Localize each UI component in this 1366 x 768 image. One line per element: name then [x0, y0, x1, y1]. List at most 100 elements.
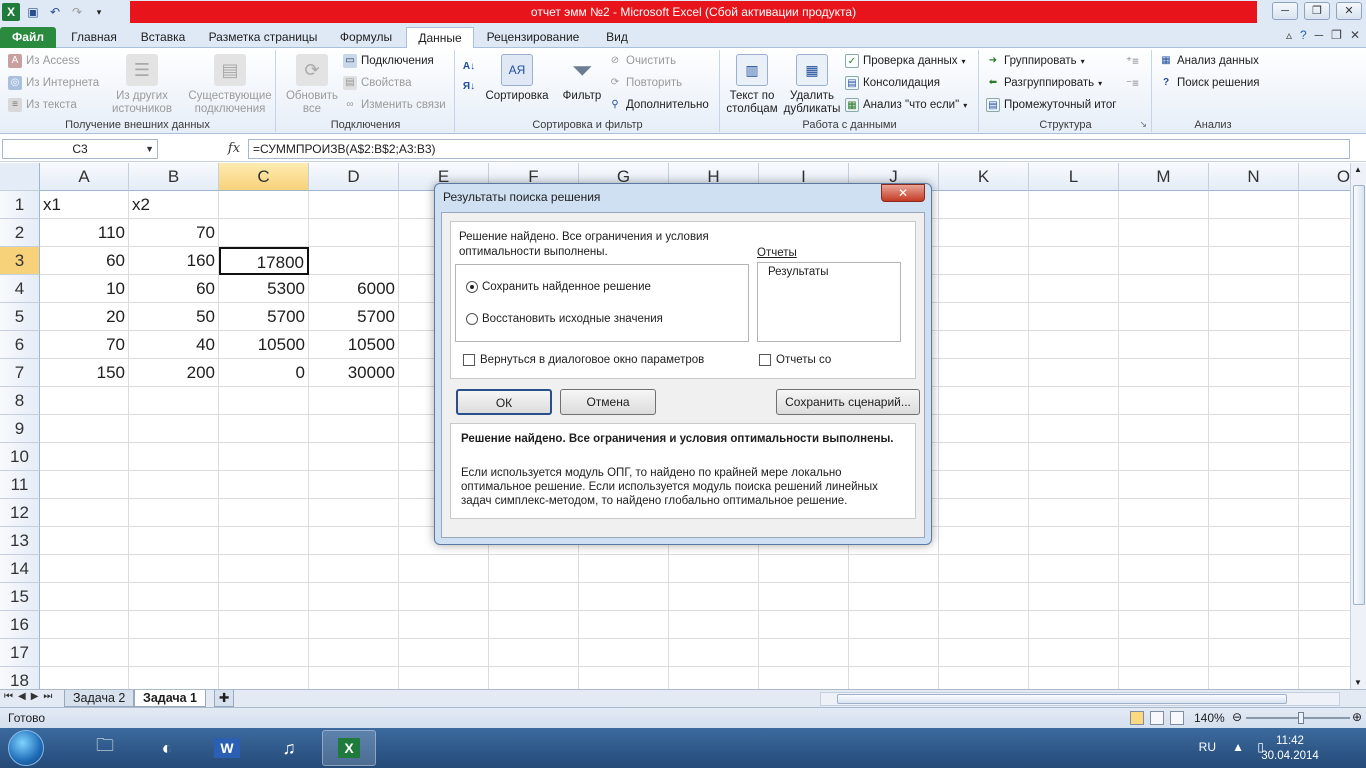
cell-k14[interactable] [939, 555, 1029, 583]
media-app-icon[interactable]: ◐ [140, 730, 194, 766]
dialog-launcher-icon[interactable]: ↘ [1139, 119, 1147, 130]
start-button[interactable] [8, 730, 44, 766]
cell-b5[interactable]: 50 [129, 303, 219, 331]
cell-e18[interactable] [399, 667, 489, 689]
cell-j17[interactable] [849, 639, 939, 667]
clear-filter-button[interactable]: ⊘ Очистить [608, 54, 676, 68]
insert-function-button[interactable]: fx [224, 139, 244, 159]
cell-b4[interactable]: 60 [129, 275, 219, 303]
cell-b13[interactable] [129, 527, 219, 555]
group-button[interactable]: ➜ Группировать ▾ [986, 54, 1085, 68]
tab-data[interactable]: Данные [406, 27, 474, 48]
cell-f16[interactable] [489, 611, 579, 639]
ok-button[interactable]: ОК [456, 389, 552, 415]
vertical-scroll-thumb[interactable] [1353, 185, 1365, 605]
tab-view[interactable]: Вид [592, 27, 642, 48]
cell-m17[interactable] [1119, 639, 1209, 667]
page-layout-view-button[interactable] [1150, 711, 1164, 725]
cell-b15[interactable] [129, 583, 219, 611]
row-header-15[interactable]: 15 [0, 583, 40, 611]
zoom-slider[interactable] [1246, 712, 1350, 724]
cell-m5[interactable] [1119, 303, 1209, 331]
sort-button[interactable]: АЯ Сортировка [484, 54, 550, 103]
zoom-out-icon[interactable]: ⊖ [1232, 710, 1242, 724]
cell-m12[interactable] [1119, 499, 1209, 527]
cell-n4[interactable] [1209, 275, 1299, 303]
cell-a12[interactable] [40, 499, 129, 527]
row-header-8[interactable]: 8 [0, 387, 40, 415]
cell-b1[interactable]: x2 [129, 191, 219, 219]
cell-g15[interactable] [579, 583, 669, 611]
cell-n2[interactable] [1209, 219, 1299, 247]
cell-n15[interactable] [1209, 583, 1299, 611]
cell-c12[interactable] [219, 499, 309, 527]
cell-k16[interactable] [939, 611, 1029, 639]
cell-l8[interactable] [1029, 387, 1119, 415]
cell-d4[interactable]: 6000 [309, 275, 399, 303]
cell-l13[interactable] [1029, 527, 1119, 555]
column-header-l[interactable]: L [1029, 163, 1119, 191]
undo-icon[interactable]: ↶ [46, 3, 64, 21]
help-icon[interactable]: ? [1300, 28, 1307, 42]
explorer-icon[interactable]: 🗀 [78, 730, 132, 766]
ungroup-button[interactable]: ⬅ Разгруппировать ▾ [986, 76, 1102, 90]
cell-e17[interactable] [399, 639, 489, 667]
cell-b18[interactable] [129, 667, 219, 689]
row-header-1[interactable]: 1 [0, 191, 40, 219]
horizontal-scrollbar[interactable] [820, 692, 1340, 706]
properties-button[interactable]: ▤ Свойства [343, 76, 412, 90]
cell-l4[interactable] [1029, 275, 1119, 303]
cell-a13[interactable] [40, 527, 129, 555]
cell-a8[interactable] [40, 387, 129, 415]
cell-i18[interactable] [759, 667, 849, 689]
cell-k7[interactable] [939, 359, 1029, 387]
cell-f18[interactable] [489, 667, 579, 689]
cell-k9[interactable] [939, 415, 1029, 443]
cell-b3[interactable]: 160 [129, 247, 219, 275]
cell-c7[interactable]: 0 [219, 359, 309, 387]
cell-a2[interactable]: 110 [40, 219, 129, 247]
keep-solution-radio[interactable]: Сохранить найденное решение [466, 281, 651, 293]
row-header-3[interactable]: 3 [0, 247, 40, 275]
sheet-tab-task1[interactable]: Задача 1 [134, 690, 206, 707]
doc-restore-icon[interactable]: ❐ [1331, 28, 1342, 42]
cell-n3[interactable] [1209, 247, 1299, 275]
cell-k5[interactable] [939, 303, 1029, 331]
cell-d17[interactable] [309, 639, 399, 667]
outline-reports-checkbox[interactable]: Отчеты со [759, 354, 831, 366]
cell-a7[interactable]: 150 [40, 359, 129, 387]
what-if-analysis-button[interactable]: ▦ Анализ "что если" ▾ [845, 98, 967, 112]
cell-n17[interactable] [1209, 639, 1299, 667]
cell-k6[interactable] [939, 331, 1029, 359]
cell-m2[interactable] [1119, 219, 1209, 247]
cell-n10[interactable] [1209, 443, 1299, 471]
cell-k8[interactable] [939, 387, 1029, 415]
cell-d5[interactable]: 5700 [309, 303, 399, 331]
cell-n13[interactable] [1209, 527, 1299, 555]
from-text-button[interactable]: ≡ Из текста [8, 98, 77, 112]
row-header-5[interactable]: 5 [0, 303, 40, 331]
cell-h18[interactable] [669, 667, 759, 689]
cell-d7[interactable]: 30000 [309, 359, 399, 387]
cell-h14[interactable] [669, 555, 759, 583]
cell-k11[interactable] [939, 471, 1029, 499]
cell-c17[interactable] [219, 639, 309, 667]
sort-za-icon[interactable]: Я↓ [462, 80, 476, 94]
scroll-down-icon[interactable]: ▼ [1354, 678, 1362, 687]
cell-a1[interactable]: x1 [40, 191, 129, 219]
tab-review[interactable]: Рецензирование [478, 27, 588, 48]
save-icon[interactable]: ▣ [24, 3, 42, 21]
return-to-params-checkbox[interactable]: Вернуться в диалоговое окно параметров [463, 354, 704, 366]
row-header-6[interactable]: 6 [0, 331, 40, 359]
cell-a17[interactable] [40, 639, 129, 667]
cell-i17[interactable] [759, 639, 849, 667]
tab-insert[interactable]: Вставка [130, 27, 196, 48]
column-header-c[interactable]: C [219, 163, 309, 191]
cell-a14[interactable] [40, 555, 129, 583]
cell-a3[interactable]: 60 [40, 247, 129, 275]
cell-b2[interactable]: 70 [129, 219, 219, 247]
cell-a10[interactable] [40, 443, 129, 471]
cell-c8[interactable] [219, 387, 309, 415]
row-header-11[interactable]: 11 [0, 471, 40, 499]
cell-k3[interactable] [939, 247, 1029, 275]
